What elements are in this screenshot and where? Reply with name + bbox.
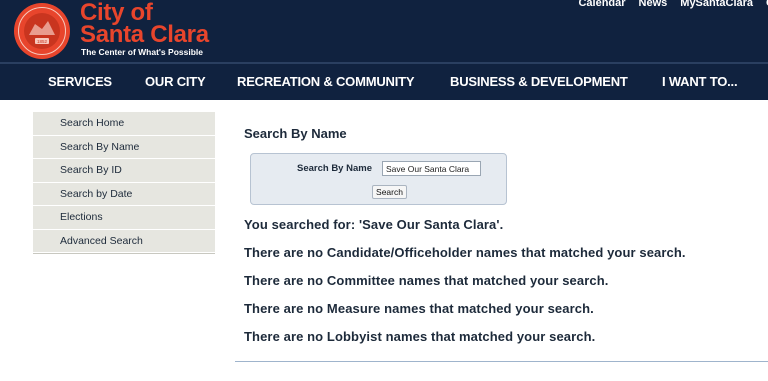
sidebar-item-search-home[interactable]: Search Home <box>33 112 215 136</box>
result-committee: There are no Committee names that matche… <box>244 273 609 288</box>
nav-item-recreation-community[interactable]: RECREATION & COMMUNITY <box>237 74 415 89</box>
search-label: Search By Name <box>297 163 372 174</box>
site-header: 1852 City of Santa Clara The Center of W… <box>0 0 768 62</box>
tagline: The Center of What's Possible <box>81 47 203 57</box>
search-query-summary: You searched for: 'Save Our Santa Clara'… <box>244 217 504 232</box>
sidebar-item-search-by-name[interactable]: Search By Name <box>33 135 215 159</box>
sidebar-item-search-by-id[interactable]: Search By ID <box>33 159 215 183</box>
main-nav: SERVICES OUR CITY RECREATION & COMMUNITY… <box>0 62 768 100</box>
logo-line-2: Santa Clara <box>80 21 209 48</box>
search-button[interactable]: Search <box>372 185 407 199</box>
sidebar-item-advanced-search[interactable]: Advanced Search <box>33 229 215 253</box>
search-input[interactable] <box>382 161 481 176</box>
util-link-mysantaclara[interactable]: MySantaClara <box>680 0 753 9</box>
nav-item-services[interactable]: SERVICES <box>48 74 112 89</box>
util-link-news[interactable]: News <box>639 0 668 9</box>
city-seal-icon[interactable]: 1852 <box>11 2 73 60</box>
util-link-calendar[interactable]: Calendar <box>578 0 625 9</box>
sidebar-item-search-by-date[interactable]: Search by Date <box>33 182 215 206</box>
result-candidate: There are no Candidate/Officeholder name… <box>244 245 686 260</box>
nav-item-business-development[interactable]: BUSINESS & DEVELOPMENT <box>450 74 628 89</box>
nav-item-i-want-to[interactable]: I WANT TO... <box>662 74 738 89</box>
sidebar-nav: Search Home Search By Name Search By ID … <box>33 112 215 254</box>
sidebar-divider <box>33 253 215 254</box>
result-lobbyist: There are no Lobbyist names that matched… <box>244 329 596 344</box>
svg-text:1852: 1852 <box>37 39 48 44</box>
content-divider <box>235 361 768 362</box>
search-form: Search By Name Search <box>250 153 507 205</box>
result-measure: There are no Measure names that matched … <box>244 301 594 316</box>
page-title: Search By Name <box>244 126 347 141</box>
sidebar-item-elections[interactable]: Elections <box>33 206 215 230</box>
utility-nav: Calendar News MySantaClara C <box>578 0 768 9</box>
nav-item-our-city[interactable]: OUR CITY <box>145 74 206 89</box>
